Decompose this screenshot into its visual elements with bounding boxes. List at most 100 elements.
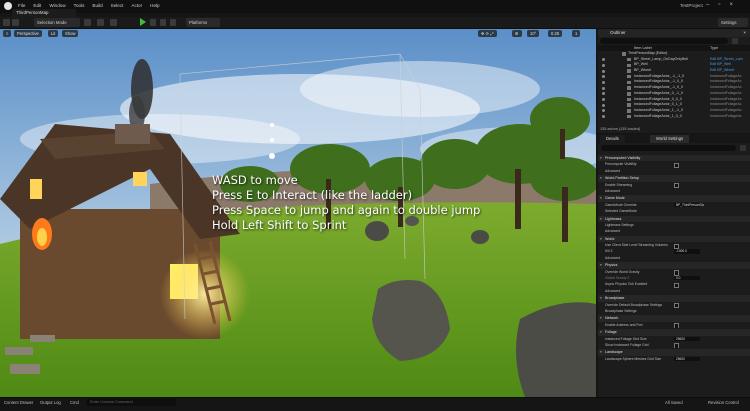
lit-label: Lit [51, 31, 56, 36]
outliner-search-input[interactable] [600, 38, 728, 44]
actor-icon [627, 114, 631, 119]
stop-icon[interactable] [160, 19, 166, 26]
details-category[interactable]: World Partition Setup [598, 174, 750, 182]
game-instructions: WASD to move Press E to Interact (like t… [212, 173, 480, 233]
angle-snap-button[interactable]: 10° [527, 30, 540, 37]
actor-icon [627, 80, 631, 85]
scale-snap-button[interactable]: 0.25 [548, 30, 563, 37]
tab-map[interactable]: ThirdPersonMap [12, 9, 76, 17]
details-property-label: Use Client Side Level Streaming Volumes [605, 243, 668, 248]
minimize-icon[interactable]: – [706, 2, 709, 8]
details-category[interactable]: Broadphase [598, 294, 750, 302]
details-category[interactable]: World [598, 234, 750, 243]
details-category[interactable]: Physics [598, 261, 750, 269]
actor-icon [627, 57, 631, 62]
property-value-field[interactable]: BP_ThirdPersonGa [674, 202, 704, 208]
unreal-logo-icon[interactable] [4, 2, 12, 10]
details-category[interactable]: Network [598, 314, 750, 322]
visibility-eye-icon[interactable] [602, 109, 605, 113]
all-saved-indicator[interactable]: All Saved [665, 400, 683, 405]
play-icon[interactable] [140, 18, 146, 26]
details-property-label: Advanced [605, 229, 621, 234]
property-value-field[interactable]: -1000.0 [674, 249, 700, 254]
details-category[interactable]: Foliage [598, 328, 750, 336]
menu-help[interactable]: Help [150, 3, 159, 8]
details-search-input[interactable] [601, 145, 736, 151]
visibility-eye-icon[interactable] [602, 69, 605, 73]
visibility-eye-icon[interactable] [602, 86, 605, 90]
show-button[interactable]: Show [62, 30, 79, 37]
menu-tools[interactable]: Tools [74, 3, 85, 8]
details-property-label: Selected GameMode [605, 209, 637, 214]
details-category-title: Foliage [605, 330, 617, 335]
revision-control-label: Revision Control [708, 400, 739, 405]
details-property-label: Landscape Sphere Meshes Grid Size [605, 356, 662, 361]
surface-snap-button[interactable]: ⊞ [512, 30, 522, 37]
cmd-dropdown[interactable]: Cmd [70, 400, 79, 405]
close-icon[interactable]: × [729, 2, 733, 8]
visibility-eye-icon[interactable] [602, 103, 605, 107]
show-label: Show [65, 31, 76, 36]
instruction-line-move: WASD to move [212, 173, 298, 187]
console-command-input[interactable]: Enter Console Command [86, 399, 176, 406]
blueprint-icon[interactable] [97, 19, 104, 26]
close-icon[interactable]: × [743, 29, 746, 37]
menu-select[interactable]: Select [111, 3, 124, 8]
details-category-title: Network [605, 316, 619, 321]
details-property-row: Landscape Sphere Meshes Grid Size 25600 [598, 356, 750, 362]
property-value-field[interactable]: 0.0 [674, 276, 700, 281]
perspective-button[interactable]: Perspective [14, 30, 42, 37]
tab-world-settings[interactable]: World Settings [650, 135, 690, 143]
revision-control-button[interactable]: Revision Control [708, 400, 739, 405]
details-property-label: Broadphase Settings [605, 308, 637, 313]
details-property-list: Precomputed Visibility Precompute Visibil… [598, 154, 750, 362]
lit-button[interactable]: Lit [48, 30, 59, 37]
visibility-eye-icon[interactable] [602, 58, 605, 62]
visibility-eye-icon[interactable] [602, 80, 605, 84]
menu-window[interactable]: Window [49, 3, 65, 8]
visibility-eye-icon[interactable] [602, 98, 605, 101]
play-options-icon[interactable] [170, 19, 176, 26]
visibility-eye-icon[interactable] [602, 63, 605, 67]
transform-tools[interactable]: ✥ ⟳ ⤢ [478, 30, 497, 37]
actor-icon [627, 74, 631, 79]
content-drawer-button[interactable]: Content Drawer [4, 400, 33, 405]
details-category[interactable]: Precomputed Visibility [598, 154, 750, 162]
details-settings-icon[interactable] [740, 145, 746, 151]
details-property-label: Precompute Visibility [605, 162, 637, 167]
step-icon[interactable] [150, 19, 156, 26]
outliner-settings-icon[interactable] [732, 38, 738, 44]
menu-file[interactable]: File [18, 3, 25, 8]
menu-actor[interactable]: Actor [131, 3, 142, 8]
cinematics-icon[interactable] [110, 19, 117, 26]
platforms-dropdown[interactable]: Platforms [186, 18, 220, 27]
settings-dropdown[interactable]: Settings [718, 18, 748, 27]
details-category[interactable]: Lightmass [598, 214, 750, 222]
details-category-title: World [605, 236, 615, 241]
property-value-field[interactable]: 25600 [674, 336, 700, 341]
selection-mode-dropdown[interactable]: Selection Mode [34, 18, 80, 27]
details-category-title: Landscape [605, 350, 623, 355]
save-icon[interactable] [3, 19, 10, 26]
details-category-title: Lightmass [605, 216, 622, 221]
cmd-label: Cmd [70, 400, 79, 405]
camera-speed-button[interactable]: 1 [572, 30, 581, 37]
selection-mode-label: Selection Mode [37, 20, 67, 25]
details-category[interactable]: Landscape [598, 348, 750, 356]
visibility-eye-icon[interactable] [602, 92, 605, 96]
viewport-menu-button[interactable]: ≡ [3, 30, 12, 37]
outliner-row-type: InstancedFoliageAc [710, 113, 742, 118]
property-value-field[interactable]: 25600 [674, 356, 700, 362]
tab-details[interactable]: Details [600, 135, 625, 143]
menu-edit[interactable]: Edit [33, 3, 41, 8]
details-property-label: Advanced [605, 288, 621, 293]
output-log-button[interactable]: Output Log [40, 400, 61, 405]
visibility-eye-icon[interactable] [602, 115, 605, 119]
menu-build[interactable]: Build [92, 3, 102, 8]
add-actor-icon[interactable] [84, 19, 91, 26]
details-category[interactable]: Game Mode [598, 194, 750, 202]
maximize-icon[interactable]: ▫ [718, 2, 720, 8]
content-browser-icon[interactable] [12, 19, 19, 26]
visibility-eye-icon[interactable] [602, 75, 605, 79]
outliner-row[interactable]: InstancedFoliageActor_1_0_0 InstancedFoli… [598, 114, 750, 120]
